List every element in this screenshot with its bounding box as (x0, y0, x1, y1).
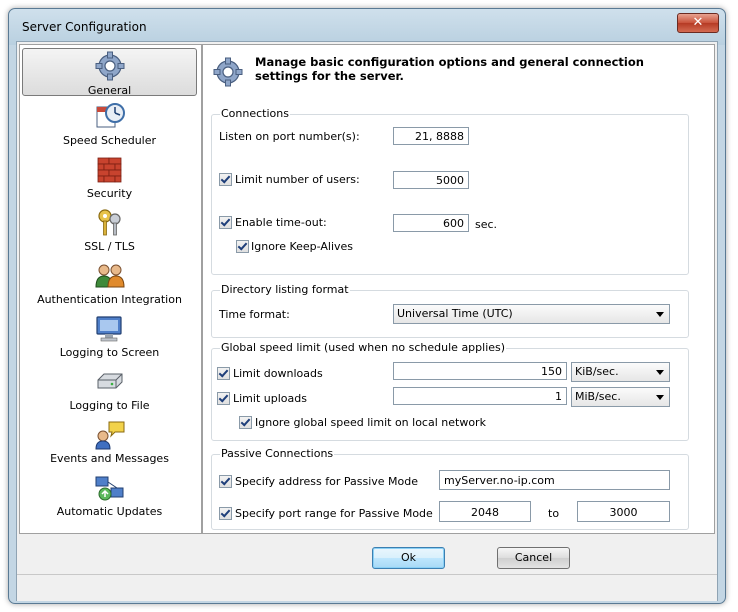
uploads-unit-select[interactable]: MiB/sec. (571, 387, 670, 407)
directory-listing-group: Directory listing format Time format: Un… (211, 283, 689, 338)
timeout-input[interactable]: 600 (393, 214, 469, 232)
passive-connections-group: Passive Connections Specify address for … (211, 447, 689, 530)
passive-port-range-checkbox[interactable] (219, 507, 232, 520)
port-label: Listen on port number(s): (219, 130, 360, 143)
network-update-icon (95, 476, 123, 501)
general-settings-panel: Manage basic configuration options and g… (202, 44, 715, 534)
sidebar-item-label: Authentication Integration (37, 293, 182, 306)
time-format-value: Universal Time (UTC) (397, 307, 513, 320)
sidebar-item-speed-scheduler[interactable]: Speed Scheduler (22, 101, 197, 151)
uploads-input[interactable]: 1 (393, 387, 567, 405)
dialog-client-area: General Speed Scheduler Security SSL / T… (16, 41, 718, 601)
downloads-input[interactable]: 150 (393, 362, 567, 380)
sidebar-item-automatic-updates[interactable]: Automatic Updates (22, 472, 197, 522)
enable-timeout-checkbox[interactable] (219, 216, 232, 229)
panel-description: Manage basic configuration options and g… (255, 55, 644, 83)
sidebar-item-security[interactable]: Security (22, 154, 197, 204)
global-speed-limit-group: Global speed limit (used when no schedul… (211, 341, 689, 441)
sidebar-item-authentication-integration[interactable]: Authentication Integration (22, 260, 197, 310)
group-title: Connections (220, 107, 290, 120)
sidebar-item-label: Logging to File (69, 399, 150, 412)
status-bar (17, 574, 717, 601)
port-range-from-input[interactable]: 2048 (439, 501, 531, 522)
close-icon: ✕ (692, 15, 704, 30)
limit-uploads-label: Limit uploads (233, 392, 307, 405)
keys-icon (97, 209, 121, 236)
downloads-unit-value: KiB/sec. (575, 365, 619, 378)
window-title: Server Configuration (22, 20, 147, 34)
limit-users-checkbox[interactable] (219, 173, 232, 186)
title-bar[interactable]: Server Configuration ✕ (9, 9, 725, 39)
port-range-to-input[interactable]: 3000 (577, 501, 670, 522)
ignore-local-speed-limit-checkbox[interactable] (239, 416, 252, 429)
gear-icon (213, 57, 243, 87)
sidebar-item-ssl-tls[interactable]: SSL / TLS (22, 207, 197, 257)
sidebar-item-label: Automatic Updates (56, 505, 163, 518)
group-title: Directory listing format (220, 283, 350, 296)
limit-downloads-label: Limit downloads (233, 367, 323, 380)
gear-icon (95, 51, 124, 81)
monitor-icon (95, 316, 122, 342)
ignore-keepalives-checkbox[interactable] (236, 240, 249, 253)
enable-timeout-label: Enable time-out: (235, 216, 327, 229)
sidebar-item-logging-to-screen[interactable]: Logging to Screen (22, 313, 197, 363)
group-title: Passive Connections (220, 447, 335, 460)
time-format-label: Time format: (219, 308, 290, 321)
port-range-to-label: to (548, 507, 560, 520)
group-title: Global speed limit (used when no schedul… (220, 341, 507, 354)
sidebar-item-label: Events and Messages (50, 452, 169, 465)
brick-wall-icon (97, 157, 121, 183)
ignore-keepalives-label: Ignore Keep-Alives (251, 240, 354, 253)
ignore-local-speed-limit-label: Ignore global speed limit on local netwo… (255, 416, 486, 429)
sidebar-item-label: Speed Scheduler (62, 134, 157, 147)
limit-uploads-checkbox[interactable] (217, 392, 230, 405)
limit-users-input[interactable]: 5000 (393, 171, 469, 189)
cancel-button[interactable]: Cancel (497, 547, 570, 569)
passive-address-label: Specify address for Passive Mode (235, 475, 418, 488)
users-icon (94, 264, 125, 288)
downloads-unit-select[interactable]: KiB/sec. (571, 362, 670, 382)
passive-address-checkbox[interactable] (219, 475, 232, 488)
chevron-down-icon (656, 370, 664, 375)
chevron-down-icon (656, 312, 664, 317)
limit-users-label: Limit number of users: (235, 173, 360, 186)
time-format-select[interactable]: Universal Time (UTC) (393, 304, 670, 324)
clock-calendar-icon (96, 103, 125, 128)
passive-address-input[interactable]: myServer.no-ip.com (439, 470, 670, 490)
limit-downloads-checkbox[interactable] (217, 367, 230, 380)
close-button[interactable]: ✕ (677, 13, 719, 33)
passive-port-range-label: Specify port range for Passive Mode (235, 507, 433, 520)
timeout-unit: sec. (475, 218, 498, 231)
settings-sidebar: General Speed Scheduler Security SSL / T… (19, 44, 202, 534)
connections-group: Connections Listen on port number(s): 21… (211, 107, 689, 275)
uploads-unit-value: MiB/sec. (575, 390, 621, 403)
server-configuration-window: Server Configuration ✕ General Speed Sch… (8, 8, 726, 604)
disk-drive-icon (97, 373, 122, 389)
sidebar-item-label: Logging to Screen (59, 346, 160, 359)
sidebar-item-general[interactable]: General (22, 48, 197, 97)
sidebar-item-events-and-messages[interactable]: Events and Messages (22, 419, 197, 469)
sidebar-item-logging-to-file[interactable]: Logging to File (22, 366, 197, 416)
port-input[interactable]: 21, 8888 (393, 127, 469, 145)
sidebar-item-label: SSL / TLS (84, 240, 135, 253)
ok-button[interactable]: Ok (372, 547, 445, 569)
sidebar-item-label: Security (86, 187, 133, 200)
messages-icon (94, 421, 124, 450)
chevron-down-icon (656, 395, 664, 400)
sidebar-item-label: General (87, 84, 132, 97)
